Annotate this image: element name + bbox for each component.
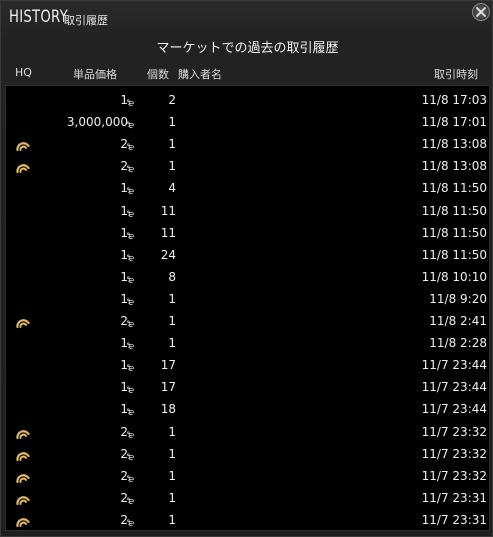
transaction-time: 11/8 9:20	[429, 291, 487, 306]
transaction-time: 11/8 2:41	[429, 314, 487, 328]
gil-symbol: ₻	[126, 342, 134, 353]
window-subtitle: 取引履歴	[64, 14, 108, 27]
quantity: 1	[168, 468, 176, 483]
transaction-time: 11/7 23:44	[421, 380, 487, 395]
quantity: 1	[168, 291, 176, 306]
gil-symbol: ₻	[126, 275, 134, 286]
close-icon	[476, 7, 486, 17]
transaction-time: 11/8 2:28	[429, 336, 487, 351]
transaction-time: 11/8 10:10	[421, 269, 487, 284]
quantity: 4	[168, 181, 176, 196]
gil-symbol: ₻	[126, 386, 134, 397]
transaction-time: 11/7 23:32	[421, 446, 487, 461]
gil-symbol: ₻	[126, 121, 134, 132]
quantity: 1	[168, 512, 176, 527]
gil-symbol: ₻	[126, 231, 134, 242]
gil-symbol: ₻	[126, 165, 134, 176]
quantity: 17	[160, 358, 176, 373]
titlebar: HISTORY 取引履歴	[1, 1, 493, 35]
gil-symbol: ₻	[126, 518, 134, 529]
hq-icon	[16, 495, 30, 505]
gil-symbol: ₻	[126, 253, 134, 264]
transaction-time: 11/8 11:50	[421, 247, 487, 262]
gil-symbol: ₻	[126, 430, 134, 441]
hq-icon	[16, 164, 30, 174]
quantity: 1	[168, 137, 176, 152]
buyer-name-redaction	[178, 90, 331, 530]
gil-symbol: ₻	[126, 320, 134, 330]
page-title: マーケットでの過去の取引履歴	[156, 41, 339, 56]
quantity: 24	[160, 247, 176, 262]
column-header-quantity[interactable]: 個数	[147, 66, 169, 82]
transaction-time: 11/7 23:44	[421, 402, 487, 417]
unit-price: 3,000,000	[66, 115, 128, 130]
history-window: HISTORY 取引履歴 マーケットでの過去の取引履歴 HQ 単品価格 個数 購…	[0, 0, 493, 537]
column-header-buyer[interactable]: 購入者名	[178, 66, 222, 82]
window-title: HISTORY	[9, 7, 68, 27]
column-header-price[interactable]: 単品価格	[73, 66, 117, 82]
transaction-time: 11/8 11:50	[421, 181, 487, 196]
hq-icon	[16, 429, 30, 439]
quantity: 2	[168, 93, 176, 107]
gil-symbol: ₻	[126, 496, 134, 507]
gil-symbol: ₻	[126, 143, 134, 154]
transaction-time: 11/8 13:08	[421, 159, 487, 174]
quantity: 1	[168, 446, 176, 461]
close-button[interactable]	[472, 3, 490, 21]
column-header-hq[interactable]: HQ	[15, 66, 32, 79]
transaction-time: 11/7 23:32	[421, 468, 487, 483]
quantity: 1	[168, 424, 176, 439]
quantity: 11	[160, 225, 176, 240]
quantity: 1	[168, 490, 176, 505]
gil-symbol: ₻	[126, 187, 134, 198]
gil-symbol: ₻	[126, 209, 134, 220]
quantity: 8	[168, 269, 176, 284]
column-header-date[interactable]: 取引時刻	[434, 66, 478, 82]
gil-symbol: ₻	[126, 99, 134, 109]
quantity: 18	[160, 402, 176, 417]
transaction-time: 11/8 13:08	[421, 137, 487, 152]
hq-icon	[16, 451, 30, 461]
transaction-time: 11/8 17:03	[421, 93, 487, 107]
history-list[interactable]: 1 ₻ 2 11/8 17:03 3,000,000 ₻ 1 11/8 17:01 2 ₻ 1 11/…	[5, 85, 490, 531]
gil-symbol: ₻	[126, 474, 134, 485]
transaction-time: 11/8 11:50	[421, 225, 487, 240]
quantity: 1	[168, 115, 176, 130]
quantity: 17	[160, 380, 176, 395]
gil-symbol: ₻	[126, 364, 134, 375]
hq-icon	[16, 473, 30, 483]
quantity: 11	[160, 203, 176, 218]
hq-icon	[16, 319, 30, 329]
quantity: 1	[168, 314, 176, 328]
transaction-time: 11/8 11:50	[421, 203, 487, 218]
gil-symbol: ₻	[126, 297, 134, 308]
quantity: 1	[168, 159, 176, 174]
transaction-time: 11/7 23:31	[421, 512, 487, 527]
gil-symbol: ₻	[126, 452, 134, 463]
gil-symbol: ₻	[126, 408, 134, 419]
transaction-time: 11/8 17:01	[421, 115, 487, 130]
hq-icon	[16, 518, 30, 527]
hq-icon	[16, 142, 30, 152]
quantity: 1	[168, 336, 176, 351]
transaction-time: 11/7 23:32	[421, 424, 487, 439]
transaction-time: 11/7 23:31	[421, 490, 487, 505]
transaction-time: 11/7 23:44	[421, 358, 487, 373]
